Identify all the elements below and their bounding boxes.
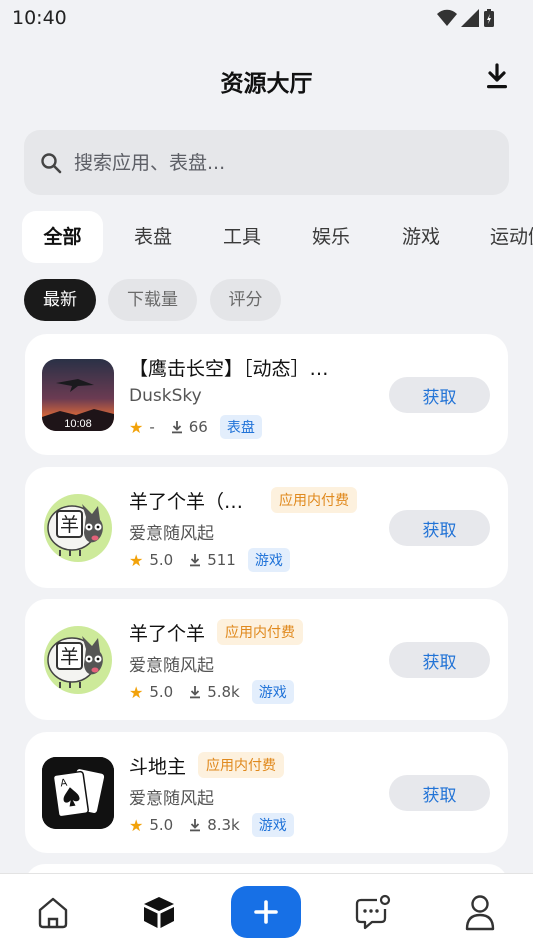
get-button[interactable]: 获取 xyxy=(389,510,490,546)
sort-latest[interactable]: 最新 xyxy=(24,279,96,321)
star-icon: ★ xyxy=(129,815,144,835)
app-name: 羊了个羊（… xyxy=(129,490,244,513)
category-tabs: 全部 表盘 工具 娱乐 游戏 运动健 xyxy=(0,211,533,263)
cube-icon xyxy=(144,897,174,928)
app-developer: 爱意随风起 xyxy=(129,789,214,809)
tab-entertainment[interactable]: 娱乐 xyxy=(296,211,366,263)
app-developer: 爱意随风起 xyxy=(129,656,214,676)
in-app-purchase-badge: 应用内付费 xyxy=(271,487,358,513)
app-rating: - xyxy=(149,418,155,436)
nav-home[interactable] xyxy=(33,892,73,932)
app-card[interactable]: A 斗地主 应用内付费 爱意随风起 ★ 5.0 8.3k 游戏 获取 xyxy=(25,732,508,853)
app-downloads: 5.8k xyxy=(207,683,240,701)
star-icon: ★ xyxy=(129,682,144,702)
app-name: 【鹰击长空】［动态］… xyxy=(129,357,329,380)
category-badge: 表盘 xyxy=(219,415,262,439)
sheep-game-icon: 羊 xyxy=(42,492,114,564)
get-button[interactable]: 获取 xyxy=(389,377,490,413)
icon-time: 10:08 xyxy=(64,418,92,430)
app-card[interactable]: 羊 羊了个羊 应用内付费 爱意随风起 ★ 5.0 5.8k 游戏 获取 xyxy=(25,599,508,720)
app-rating: 5.0 xyxy=(149,683,174,701)
app-rating: 5.0 xyxy=(149,551,174,569)
in-app-purchase-badge: 应用内付费 xyxy=(198,752,285,778)
sort-downloads[interactable]: 下载量 xyxy=(108,279,197,321)
app-meta: ★ - 66 表盘 xyxy=(129,414,262,440)
home-icon xyxy=(38,897,68,929)
wifi-icon xyxy=(437,9,457,26)
app-developer: DuskSky xyxy=(129,386,202,406)
get-button[interactable]: 获取 xyxy=(389,775,490,811)
signal-icon xyxy=(461,9,479,27)
category-badge: 游戏 xyxy=(247,548,290,572)
tab-watchface[interactable]: 表盘 xyxy=(118,211,188,263)
sort-options: 最新 下载量 评分 xyxy=(0,279,533,321)
app-meta: ★ 5.0 5.8k 游戏 xyxy=(129,679,294,705)
battery-icon xyxy=(484,9,494,27)
app-meta: ★ 5.0 8.3k 游戏 xyxy=(129,812,294,838)
app-downloads: 511 xyxy=(207,551,236,569)
app-rating: 5.0 xyxy=(149,816,174,834)
app-downloads: 8.3k xyxy=(207,816,240,834)
tab-games[interactable]: 游戏 xyxy=(386,211,456,263)
profile-icon xyxy=(465,895,495,931)
download-icon xyxy=(487,63,507,89)
search-input[interactable] xyxy=(74,130,494,195)
app-name: 斗地主 xyxy=(129,755,187,778)
category-badge: 游戏 xyxy=(251,813,294,837)
app-name: 羊了个羊 xyxy=(129,622,206,645)
page-title: 资源大厅 xyxy=(220,71,313,97)
create-button[interactable] xyxy=(231,886,301,938)
app-developer: 爱意随风起 xyxy=(129,524,214,544)
tab-all[interactable]: 全部 xyxy=(22,211,103,263)
category-badge: 游戏 xyxy=(251,680,294,704)
header: 资源大厅 xyxy=(0,56,533,102)
download-count-icon xyxy=(190,686,201,699)
nav-profile[interactable] xyxy=(460,892,500,932)
app-card[interactable]: 羊 羊了个羊（… 应用内付费 爱意随风起 ★ 5.0 511 游戏 获取 xyxy=(25,467,508,588)
star-icon: ★ xyxy=(129,550,144,570)
in-app-purchase-badge: 应用内付费 xyxy=(217,619,304,645)
status-time: 10:40 xyxy=(12,7,67,29)
app-meta: ★ 5.0 511 游戏 xyxy=(129,547,290,573)
app-downloads: 66 xyxy=(188,418,208,436)
chat-bubble-icon xyxy=(355,894,391,930)
bottom-nav xyxy=(0,873,533,947)
plus-icon xyxy=(254,900,278,924)
tab-tools[interactable]: 工具 xyxy=(207,211,277,263)
jet-watchface-icon: 10:08 xyxy=(42,359,114,431)
status-bar: 10:40 xyxy=(0,0,533,36)
icon-glyph: 羊 xyxy=(60,514,79,536)
nav-messages[interactable] xyxy=(352,892,392,932)
get-button[interactable]: 获取 xyxy=(389,642,490,678)
tab-sports[interactable]: 运动健 xyxy=(490,211,533,263)
icon-glyph: 羊 xyxy=(60,646,79,668)
app-card[interactable]: 10:08 【鹰击长空】［动态］… DuskSky ★ - 66 表盘 获取 xyxy=(25,334,508,455)
sort-rating[interactable]: 评分 xyxy=(210,279,281,321)
download-count-icon xyxy=(190,819,201,832)
playing-cards-icon: A xyxy=(42,757,114,829)
download-count-icon xyxy=(190,554,201,567)
search-bar[interactable] xyxy=(24,130,509,195)
search-icon xyxy=(41,153,62,174)
download-count-icon xyxy=(171,421,182,434)
nav-resources[interactable] xyxy=(139,892,179,932)
sheep-game-icon: 羊 xyxy=(42,624,114,696)
download-button[interactable] xyxy=(483,62,511,92)
star-icon: ★ xyxy=(129,417,144,437)
